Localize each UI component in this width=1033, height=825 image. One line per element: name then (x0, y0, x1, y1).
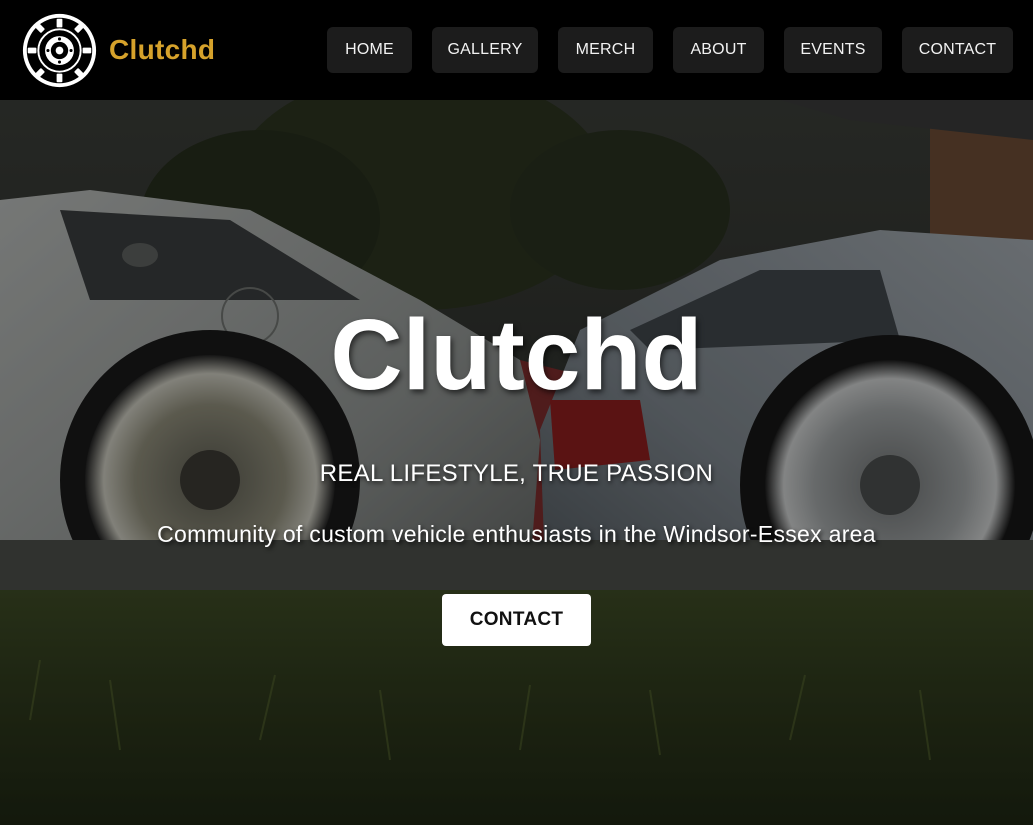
hero-description: Community of custom vehicle enthusiasts … (157, 521, 876, 547)
hero-title: Clutchd (330, 299, 703, 411)
site-header: Clutchd HOME GALLERY MERCH ABOUT EVENTS … (0, 0, 1033, 100)
nav-contact-button[interactable]: CONTACT (902, 27, 1013, 73)
nav-about-button[interactable]: ABOUT (673, 27, 764, 73)
nav-gallery-button[interactable]: GALLERY (432, 27, 538, 73)
nav-home-button[interactable]: HOME (327, 27, 412, 73)
hero-tagline: REAL LIFESTYLE, TRUE PASSION (319, 460, 714, 487)
nav-merch-button[interactable]: MERCH (558, 27, 653, 73)
main-nav: HOME GALLERY MERCH ABOUT EVENTS CONTACT (0, 27, 1033, 73)
hero-section: Clutchd REAL LIFESTYLE, TRUE PASSION Com… (0, 100, 1033, 825)
nav-events-button[interactable]: EVENTS (784, 27, 882, 73)
hero-contact-button[interactable]: CONTACT (442, 594, 591, 646)
